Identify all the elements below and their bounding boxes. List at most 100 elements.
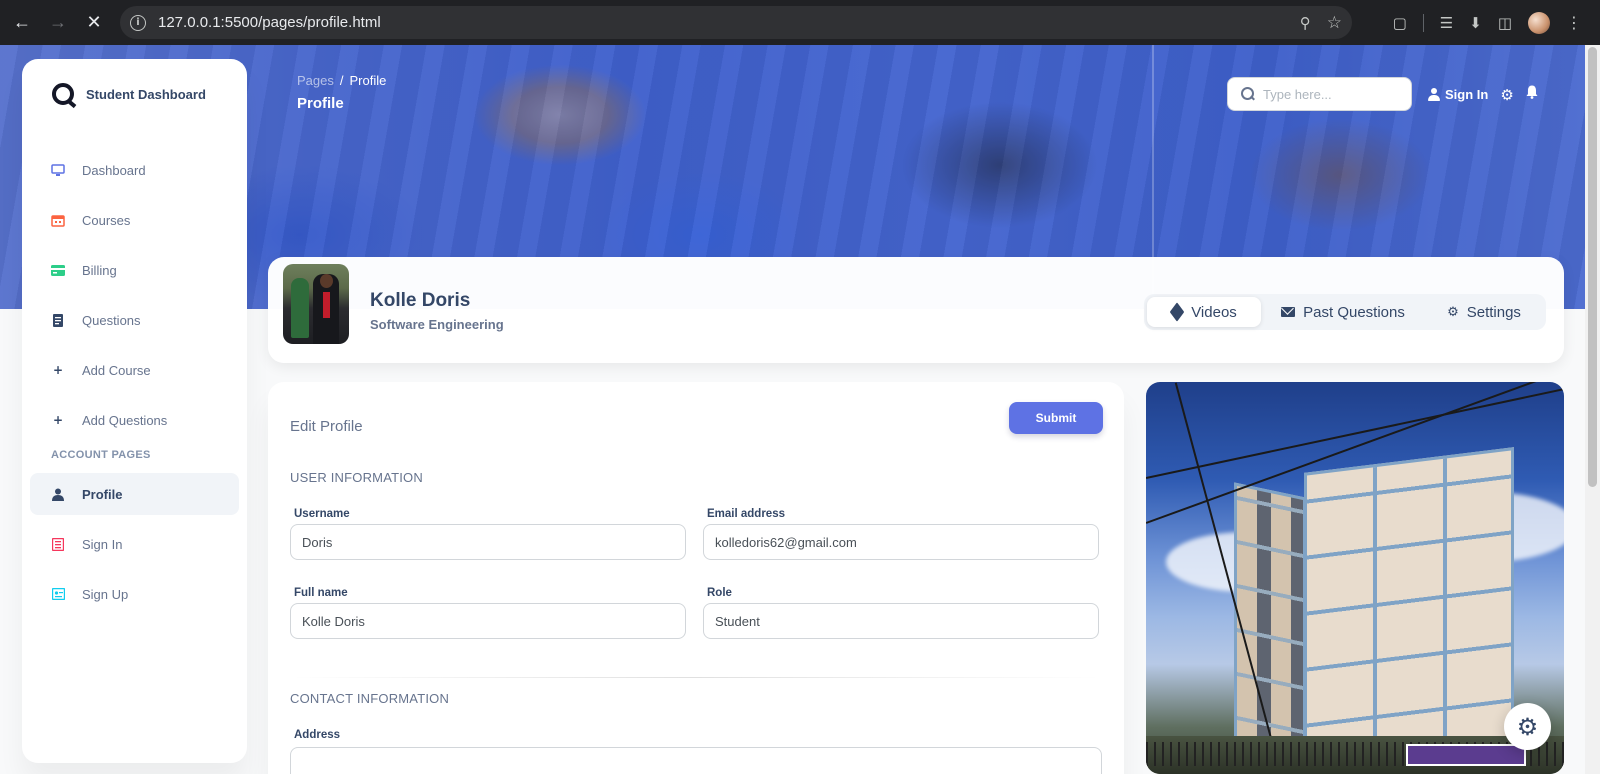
download-icon[interactable]: ⬇ — [1469, 14, 1482, 32]
tab-past-questions[interactable]: Past Questions — [1261, 297, 1425, 327]
breadcrumb-current: Profile — [349, 73, 387, 88]
sidebar-item-add-course[interactable]: + Add Course — [30, 349, 239, 391]
browser-menu-icon[interactable]: ⋮ — [1566, 13, 1582, 32]
envelope-icon — [1281, 307, 1296, 317]
site-info-icon[interactable]: i — [130, 14, 146, 31]
browser-toolbar: ← → ✕ i 127.0.0.1:5500/pages/profile.htm… — [0, 0, 1600, 45]
sidebar-item-courses[interactable]: Courses — [30, 199, 239, 241]
brand-logo-icon — [52, 83, 74, 105]
section-divider — [290, 677, 1102, 678]
plus-icon: + — [52, 363, 64, 377]
user-icon — [1428, 88, 1440, 101]
cube-icon — [1169, 302, 1185, 322]
forward-arrow-icon[interactable]: → — [40, 5, 76, 41]
profile-name: Kolle Doris — [370, 290, 471, 311]
sidebar-item-sign-up[interactable]: Sign Up — [30, 573, 239, 615]
fullname-field[interactable] — [290, 603, 686, 639]
profile-tabs: Videos Past Questions ⚙ Settings — [1144, 294, 1546, 330]
book-icon — [50, 312, 66, 328]
document-icon — [50, 536, 66, 552]
page-title: Profile — [297, 95, 344, 112]
profile-header-card: Kolle Doris Software Engineering Videos … — [268, 257, 1564, 363]
sidebar: Student Dashboard Dashboard Courses Bill… — [22, 59, 247, 763]
tab-videos[interactable]: Videos — [1147, 297, 1261, 327]
sidebar-item-label: Profile — [82, 486, 123, 502]
breadcrumb: Pages / Profile — [297, 73, 386, 88]
email-field[interactable] — [703, 524, 1099, 560]
username-label: Username — [294, 508, 350, 520]
building-shape — [1234, 420, 1524, 774]
sidebar-item-label: Billing — [82, 262, 117, 278]
sidebar-item-label: Sign In — [82, 536, 123, 552]
side-panel-icon[interactable]: ◫ — [1498, 14, 1512, 32]
brand[interactable]: Student Dashboard — [22, 59, 247, 129]
sidebar-item-profile[interactable]: Profile — [30, 473, 239, 515]
plus-icon: + — [52, 413, 64, 427]
header-actions: Sign In ⚙ — [1428, 85, 1538, 104]
avatar — [283, 264, 349, 344]
media-control-icon[interactable]: ☰ — [1440, 14, 1453, 32]
contact-information-heading: CONTACT INFORMATION — [290, 691, 450, 706]
sidebar-item-billing[interactable]: Billing — [30, 249, 239, 291]
fullname-label: Full name — [294, 587, 348, 599]
scrollbar-thumb[interactable] — [1588, 47, 1597, 487]
bookmark-star-icon[interactable]: ☆ — [1327, 13, 1342, 33]
submit-button[interactable]: Submit — [1009, 402, 1103, 434]
toolbar-divider — [1422, 13, 1424, 32]
stop-loading-icon[interactable]: ✕ — [76, 5, 112, 41]
tab-label: Videos — [1191, 303, 1237, 321]
role-field[interactable] — [703, 603, 1099, 639]
search-icon — [1241, 87, 1255, 101]
sidebar-item-label: Questions — [82, 312, 141, 328]
user-information-heading: USER INFORMATION — [290, 470, 423, 485]
desktop-icon — [50, 162, 66, 178]
page-scrollbar[interactable] — [1585, 45, 1600, 774]
browser-profile-avatar[interactable] — [1528, 11, 1550, 34]
tab-settings[interactable]: ⚙ Settings — [1425, 297, 1543, 327]
sidebar-item-questions[interactable]: Questions — [30, 299, 239, 341]
avatar-red-tie — [323, 292, 330, 318]
brand-name: Student Dashboard — [86, 86, 206, 102]
sign-in-link[interactable]: Sign In — [1428, 87, 1488, 102]
sidebar-nav: Dashboard Courses Billing Questions + Ad… — [22, 149, 247, 441]
avatar-face — [320, 274, 333, 288]
username-field[interactable] — [290, 524, 686, 560]
sidebar-item-add-questions[interactable]: + Add Questions — [30, 399, 239, 441]
campus-banner — [1406, 744, 1526, 766]
back-arrow-icon[interactable]: ← — [4, 5, 40, 41]
breadcrumb-separator: / — [339, 73, 344, 88]
zoom-icon[interactable]: ⚲ — [1300, 14, 1311, 32]
gear-icon[interactable]: ⚙ — [1500, 86, 1513, 104]
account-nav: Profile Sign In Sign Up — [22, 473, 247, 615]
account-pages-heading: ACCOUNT PAGES — [51, 449, 151, 461]
address-field[interactable] — [290, 747, 1102, 774]
url-text[interactable]: 127.0.0.1:5500/pages/profile.html — [158, 14, 381, 31]
avatar-figure-left — [291, 278, 309, 338]
user-icon — [50, 486, 66, 502]
sign-in-label: Sign In — [1445, 87, 1489, 102]
sidebar-item-label: Add Questions — [82, 412, 168, 428]
extensions-icon[interactable]: ▢ — [1393, 14, 1407, 32]
search-box[interactable] — [1227, 77, 1412, 111]
profile-department: Software Engineering — [370, 317, 504, 332]
sidebar-item-label: Courses — [82, 212, 131, 228]
search-input[interactable] — [1263, 86, 1403, 102]
gear-icon: ⚙ — [1447, 304, 1459, 320]
bell-icon[interactable] — [1526, 85, 1538, 104]
tab-label: Settings — [1466, 303, 1521, 321]
email-label: Email address — [707, 508, 785, 520]
breadcrumb-root[interactable]: Pages — [297, 73, 334, 88]
edit-profile-title: Edit Profile — [290, 418, 363, 435]
settings-fab-gear-icon[interactable]: ⚙ — [1504, 703, 1551, 750]
page-content: Student Dashboard Dashboard Courses Bill… — [0, 45, 1585, 774]
building-front — [1304, 447, 1514, 774]
sidebar-item-label: Sign Up — [82, 586, 129, 602]
sidebar-item-sign-in[interactable]: Sign In — [30, 523, 239, 565]
edit-profile-card: Edit Profile Submit USER INFORMATION Use… — [268, 382, 1124, 774]
campus-building-image — [1146, 382, 1564, 774]
calendar-icon — [50, 212, 66, 228]
sidebar-item-label: Add Course — [82, 362, 151, 378]
role-label: Role — [707, 587, 732, 599]
sidebar-item-dashboard[interactable]: Dashboard — [30, 149, 239, 191]
address-bar[interactable]: i 127.0.0.1:5500/pages/profile.html ⚲ ☆ — [120, 6, 1352, 39]
